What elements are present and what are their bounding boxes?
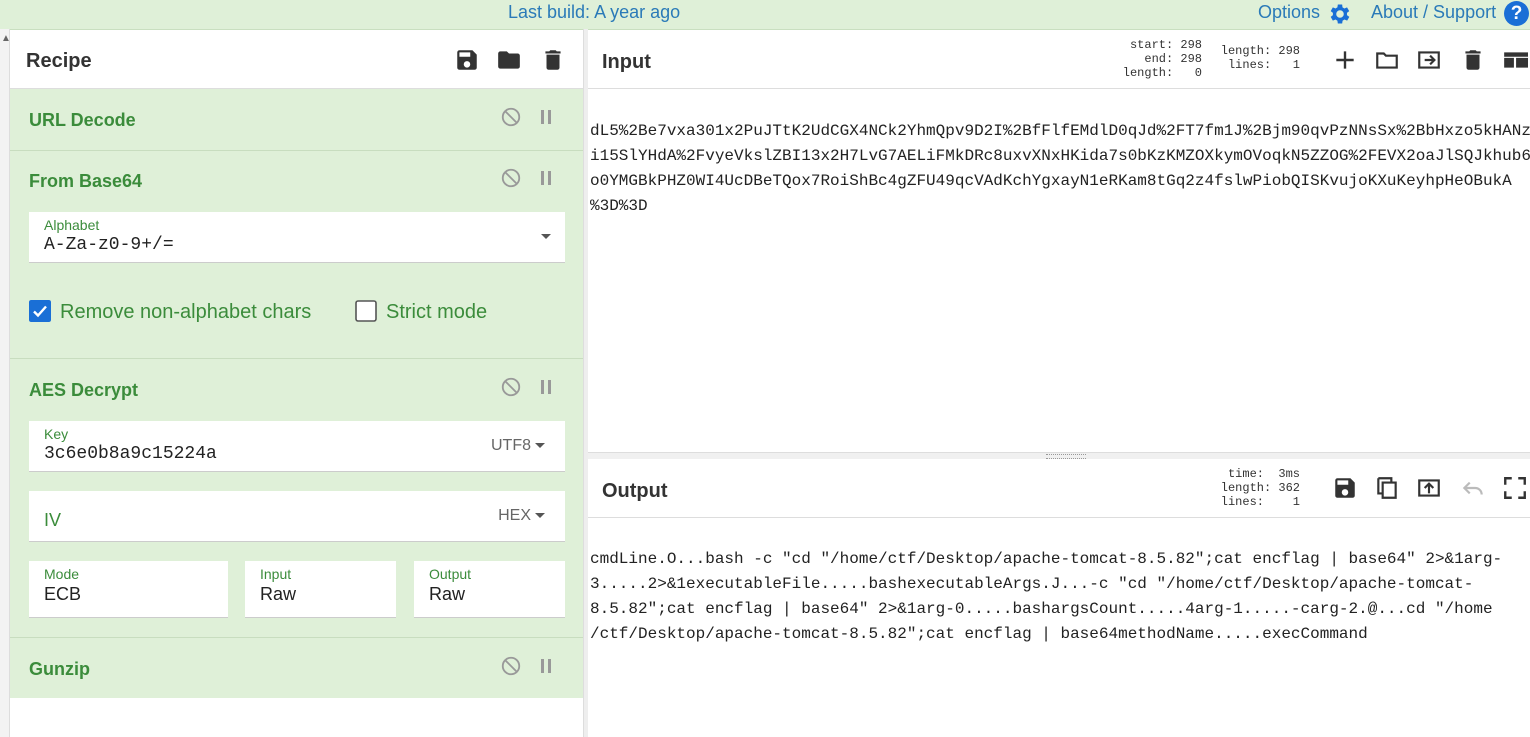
input-header: Input start: 298 end: 298 length: 0 leng…	[588, 30, 1530, 89]
disable-operation-icon[interactable]	[500, 106, 522, 128]
save-output-icon[interactable]	[1332, 474, 1358, 502]
input-format-value: Raw	[260, 584, 297, 604]
clear-input-icon[interactable]	[1460, 46, 1486, 74]
operations-panel-edge[interactable]: ▲	[0, 29, 11, 737]
pause-operation-icon[interactable]	[539, 658, 553, 674]
iv-placeholder: IV	[44, 510, 62, 530]
undo-icon[interactable]	[1460, 474, 1486, 502]
operation-aes-decrypt[interactable]: AES Decrypt Key 3c6e0b8a9c15224a UTF8 IV…	[10, 359, 583, 638]
pause-operation-icon[interactable]	[539, 170, 553, 186]
remove-nonalpha-checkbox[interactable]	[29, 300, 51, 322]
output-line: /ctf/Desktop/apache-tomcat-8.5.82";cat e…	[590, 625, 1368, 643]
input-length-stats: length: 298 lines: 1	[1220, 44, 1300, 72]
strict-mode-label: Strict mode	[386, 301, 488, 323]
last-build-text: Last build: A year ago	[508, 2, 681, 22]
input-line: %3D%3D	[590, 197, 648, 215]
input-selection-stats: start: 298 end: 298 length: 0	[1122, 38, 1202, 80]
disable-operation-icon[interactable]	[500, 376, 522, 398]
input-line: i15SlYHdA%2FvyeVkslZBI13x2H7LvG7AELiFMkD…	[590, 147, 1530, 165]
key-label: Key	[44, 426, 69, 442]
operation-url-decode[interactable]: URL Decode	[10, 89, 583, 151]
iv-format-value: HEX	[498, 507, 531, 524]
recipe-title: Recipe	[26, 50, 92, 72]
pause-operation-icon[interactable]	[539, 109, 553, 125]
top-bar: Last build: A year ago Options About / S…	[0, 0, 1530, 30]
output-header: Output time: 3ms length: 362 lines: 1	[588, 459, 1530, 518]
options-link[interactable]: Options	[1258, 2, 1320, 23]
input-textarea[interactable]: dL5%2Be7vxa301x2PuJTtK2UdCGX4NCk2YhmQpv9…	[590, 94, 1530, 450]
iv-field[interactable]: IV HEX	[29, 491, 565, 542]
operation-from-base64[interactable]: From Base64 Alphabet A-Za-z0-9+/= Remove…	[10, 151, 583, 359]
output-format-select[interactable]: Output Raw	[414, 561, 565, 618]
open-file-icon[interactable]	[1374, 46, 1400, 74]
output-textarea[interactable]: cmdLine.O...bash -c "cd "/home/ctf/Deskt…	[590, 522, 1530, 734]
help-icon[interactable]: ?	[1504, 1, 1529, 26]
operation-title: Gunzip	[29, 659, 90, 679]
operation-title: URL Decode	[29, 110, 136, 130]
vertical-splitter[interactable]	[583, 29, 588, 737]
key-format-value: UTF8	[491, 437, 531, 454]
key-value: 3c6e0b8a9c15224a	[44, 444, 217, 464]
pause-operation-icon[interactable]	[539, 379, 553, 395]
disable-operation-icon[interactable]	[500, 167, 522, 189]
output-line: cmdLine.O...bash -c "cd "/home/ctf/Deskt…	[590, 550, 1503, 568]
input-line: o0YMGBkPHZ0WI4UcDBeTQox7RoiShBc4gZFU49qc…	[590, 172, 1512, 190]
output-format-value: Raw	[429, 584, 466, 604]
mode-value: ECB	[44, 584, 82, 604]
output-title: Output	[602, 480, 668, 502]
recipe-list: URL Decode From Base64 Alphabet A-Za-z0-…	[10, 89, 583, 699]
add-tab-icon[interactable]	[1332, 46, 1358, 74]
open-folder-input-icon[interactable]	[1416, 46, 1442, 74]
output-line: 8.5.82";cat encflag | base64" 2>&1arg-0.…	[590, 600, 1493, 618]
recipe-drop-area[interactable]	[10, 698, 583, 737]
alphabet-label: Alphabet	[44, 217, 100, 233]
gear-icon[interactable]	[1326, 1, 1354, 27]
remove-nonalpha-label: Remove non-alphabet chars	[60, 301, 312, 323]
load-recipe-icon[interactable]	[496, 46, 522, 74]
strict-mode-checkbox[interactable]	[355, 300, 377, 322]
save-recipe-icon[interactable]	[454, 46, 480, 74]
maximize-icon[interactable]	[1502, 474, 1528, 502]
about-support-link[interactable]: About / Support	[1371, 2, 1496, 23]
copy-output-icon[interactable]	[1374, 474, 1400, 502]
mode-label: Mode	[44, 566, 80, 582]
key-field[interactable]: Key 3c6e0b8a9c15224a UTF8	[29, 421, 565, 472]
input-line: dL5%2Be7vxa301x2PuJTtK2UdCGX4NCk2YhmQpv9…	[590, 122, 1530, 140]
alphabet-value: A-Za-z0-9+/=	[44, 235, 174, 255]
input-title: Input	[602, 51, 651, 73]
recipe-header: Recipe	[10, 30, 583, 89]
key-format-dropdown[interactable]: UTF8	[491, 437, 545, 455]
operation-title: From Base64	[29, 171, 143, 191]
chevron-down-icon	[537, 228, 551, 246]
output-line: 3.....2>&1executableFile.....bashexecuta…	[590, 575, 1474, 593]
operation-gunzip[interactable]: Gunzip	[10, 638, 583, 699]
clear-recipe-icon[interactable]	[540, 46, 566, 74]
replace-input-icon[interactable]	[1416, 474, 1442, 502]
output-stats: time: 3ms length: 362 lines: 1	[1220, 467, 1300, 509]
input-format-select[interactable]: Input Raw	[245, 561, 396, 618]
disable-operation-icon[interactable]	[500, 655, 522, 677]
iv-format-dropdown[interactable]: HEX	[498, 507, 545, 525]
input-format-label: Input	[260, 566, 292, 582]
alphabet-select[interactable]: Alphabet A-Za-z0-9+/=	[29, 212, 565, 263]
operation-title: AES Decrypt	[29, 380, 139, 400]
mode-select[interactable]: Mode ECB	[29, 561, 228, 618]
output-format-label: Output	[429, 566, 472, 582]
reset-layout-icon[interactable]	[1502, 46, 1528, 74]
